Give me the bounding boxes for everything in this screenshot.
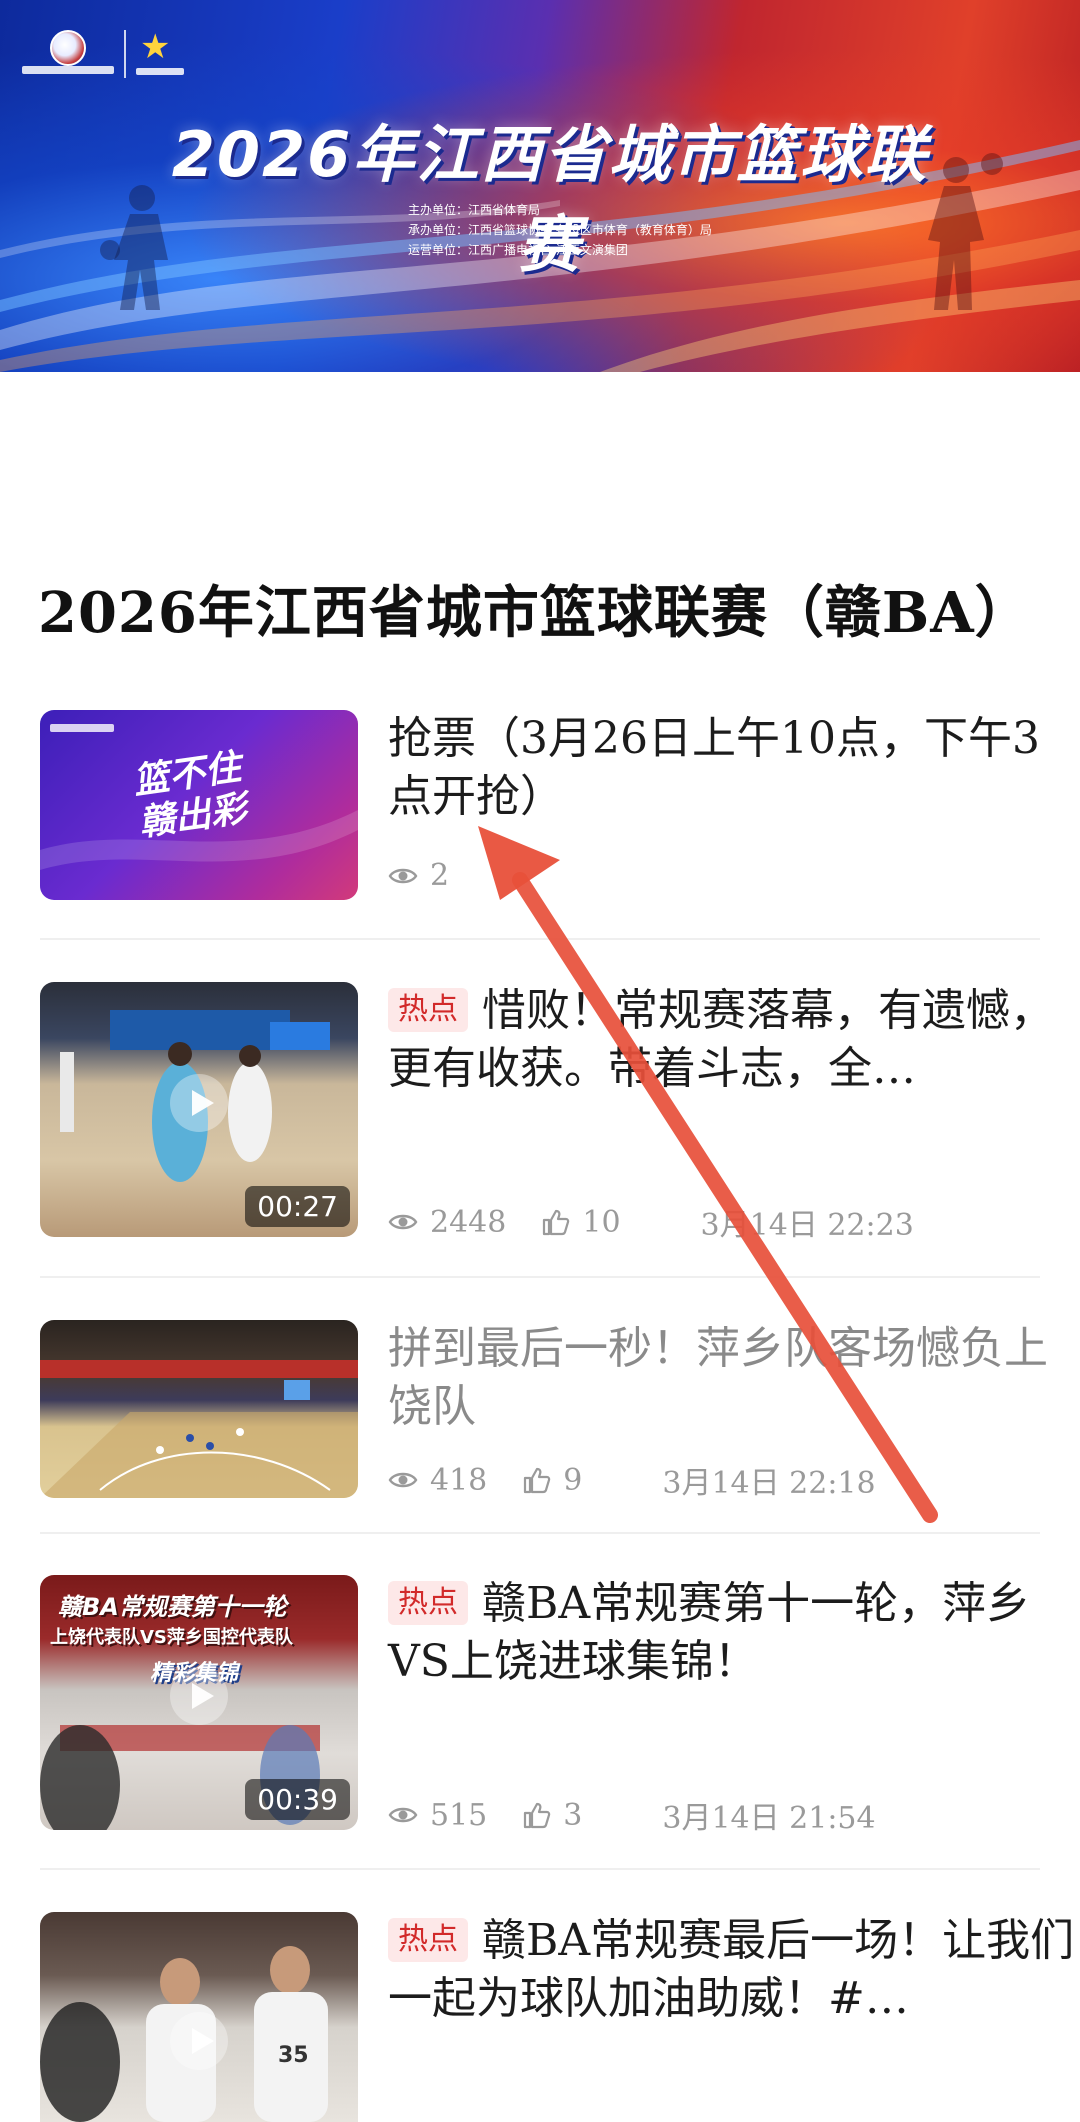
item-title-text: 赣BA常规赛第十一轮，萍乡VS上饶进球集锦！ <box>388 1578 1031 1687</box>
views-eye-icon <box>388 868 418 883</box>
video-duration: 00:39 <box>245 1779 350 1820</box>
view-count: 2448 <box>430 1204 507 1240</box>
item-meta: 2448 10 3月14日 22:23 <box>388 1200 914 1244</box>
publish-time: 3月14日 22:18 <box>662 1466 876 1501</box>
thumbs-up-icon[interactable] <box>540 1207 570 1237</box>
thumbs-up-icon[interactable] <box>521 1800 551 1830</box>
sports-bureau-logo: ★ <box>136 30 184 78</box>
video-thumbnail[interactable]: 赣BA常规赛第十一轮 上饶代表队VS萍乡国控代表队 精彩集锦 00:39 <box>40 1575 358 1830</box>
divider <box>40 1532 1040 1534</box>
item-meta: 515 3 3月14日 21:54 <box>388 1793 876 1837</box>
item-title[interactable]: 热点 惜败！常规赛落幕，有遗憾，更有收获。带着斗志，全… <box>388 982 1078 1098</box>
league-logo-wordmark <box>22 66 114 74</box>
hot-badge: 热点 <box>388 988 468 1032</box>
item-title-text: 惜败！常规赛落幕，有遗憾，更有收获。带着斗志，全… <box>388 985 1054 1094</box>
item-thumbnail[interactable] <box>40 1320 358 1498</box>
item-title[interactable]: 拼到最后一秒！萍乡队客场憾负上饶队 <box>388 1320 1078 1436</box>
play-icon[interactable] <box>170 2012 228 2070</box>
play-icon[interactable] <box>170 1667 228 1725</box>
thumbs-up-icon[interactable] <box>521 1465 551 1495</box>
thumb-slogan: 篮不住 赣出彩 <box>130 746 250 845</box>
like-count: 10 <box>582 1204 621 1240</box>
star-logo-icon: ★ <box>140 27 171 67</box>
thumb-scene <box>40 1360 358 1498</box>
list-item[interactable]: 赣BA常规赛第十一轮 上饶代表队VS萍乡国控代表队 精彩集锦 00:39 热点赣… <box>40 1575 1040 1836</box>
item-title[interactable]: 热点 赣BA常规赛第十一轮，萍乡VS上饶进球集锦！ <box>388 1575 1078 1691</box>
view-count: 418 <box>430 1462 488 1498</box>
views-eye-icon <box>388 1472 418 1488</box>
divider <box>40 1868 1040 1870</box>
item-title-text: 拼到最后一秒！萍乡队客场憾负上饶队 <box>388 1323 1048 1432</box>
list-item[interactable]: 篮不住 赣出彩 抢票（3月26日上午10点，下午3点开抢） 2 <box>40 710 1040 900</box>
list-item[interactable]: 35 热点 赣BA常规赛最后一场！让我们一起为球队加油助威！#… <box>40 1912 1074 2122</box>
sports-bureau-wordmark <box>136 68 184 75</box>
like-count: 3 <box>563 1797 583 1833</box>
basketball-logo-icon <box>50 30 86 66</box>
publish-time: 3月14日 22:23 <box>700 1208 914 1243</box>
list-item[interactable]: 拼到最后一秒！萍乡队客场憾负上饶队 418 9 3月14日 22:18 <box>40 1320 1048 1501</box>
view-count: 2 <box>430 858 450 893</box>
banner-organizers: 主办单位：江西省体育局 承办单位：江西省篮球协会 各设区市体育（教育体育）局 运… <box>408 200 712 260</box>
organizer-line: 运营单位：江西广播电视台 江西文演集团 <box>408 243 628 257</box>
like-count: 9 <box>563 1462 583 1498</box>
hot-badge: 热点 <box>388 1581 468 1625</box>
views-eye-icon <box>388 1807 418 1823</box>
list-item[interactable]: 00:27 热点 惜败！常规赛落幕，有遗憾，更有收获。带着斗志，全… 2448 1… <box>40 982 1054 1243</box>
video-thumbnail[interactable]: 35 <box>40 1912 358 2122</box>
views-eye-icon <box>388 1214 418 1230</box>
organizer-line: 主办单位：江西省体育局 <box>408 203 541 217</box>
item-title[interactable]: 热点 赣BA常规赛最后一场！让我们一起为球队加油助威！#… <box>388 1912 1078 2028</box>
item-title-text: 赣BA常规赛最后一场！让我们一起为球队加油助威！#… <box>388 1915 1075 2024</box>
banner-logos: ★ <box>22 30 184 78</box>
play-icon[interactable] <box>170 1074 228 1132</box>
item-meta: 2 <box>388 858 449 893</box>
event-banner[interactable]: ★ 2026年江西省城市篮球联赛 主办单位：江西省体育局 承办单位：江西省篮球协… <box>0 0 1080 372</box>
video-thumbnail[interactable]: 00:27 <box>40 982 358 1237</box>
publish-time: 3月14日 21:54 <box>662 1801 876 1836</box>
logo-divider <box>124 30 126 78</box>
video-duration: 00:27 <box>245 1186 350 1227</box>
item-thumbnail[interactable]: 篮不住 赣出彩 <box>40 710 358 900</box>
view-count: 515 <box>430 1797 488 1833</box>
item-title[interactable]: 抢票（3月26日上午10点，下午3点开抢） <box>388 710 1078 826</box>
league-logo <box>22 30 114 78</box>
divider <box>40 1276 1040 1278</box>
divider <box>40 938 1040 940</box>
item-meta: 418 9 3月14日 22:18 <box>388 1458 876 1502</box>
organizer-line: 承办单位：江西省篮球协会 各设区市体育（教育体育）局 <box>408 223 712 237</box>
svg-text:35: 35 <box>278 2043 309 2068</box>
page-title: 2026年江西省城市篮球联赛（赣BA） <box>38 580 1032 646</box>
hot-badge: 热点 <box>388 1918 468 1962</box>
item-title-text: 抢票（3月26日上午10点，下午3点开抢） <box>388 713 1040 822</box>
